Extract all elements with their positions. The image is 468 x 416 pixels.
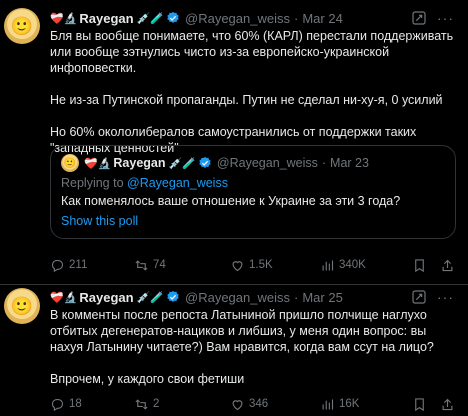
profile-emojis: ❤️‍🩹🔬	[84, 157, 112, 170]
avatar[interactable]: 🙂	[4, 8, 40, 44]
reply-count: 18	[69, 398, 82, 410]
more-options-icon[interactable]: ···	[437, 289, 454, 305]
bookmark-icon	[415, 258, 424, 272]
tweet-paragraph: Впрочем, у каждого свои фетиши	[50, 372, 245, 386]
tweet-1[interactable]: 🙂 ❤️‍🩹🔬 Rayegan 💉🧪 @Rayegan_weiss · Mar …	[0, 0, 468, 285]
repost-button[interactable]: 2	[134, 395, 159, 413]
quote-header: 🙂 ❤️‍🩹🔬 Rayegan 💉🧪 @Rayegan_weiss · Mar …	[61, 154, 369, 172]
quoted-tweet[interactable]: 🙂 ❤️‍🩹🔬 Rayegan 💉🧪 @Rayegan_weiss · Mar …	[50, 145, 456, 239]
tweet-header: ❤️‍🩹🔬 Rayegan 💉🧪 @Rayegan_weiss · Mar 24…	[50, 9, 454, 27]
tweet-paragraph: В комменты после репоста Латыниной пришл…	[50, 308, 434, 354]
grok-icon[interactable]	[411, 289, 427, 305]
name-emojis: 💉🧪	[136, 12, 165, 25]
tweet-2[interactable]: 🙂 ❤️‍🩹🔬 Rayegan 💉🧪 @Rayegan_weiss · Mar …	[0, 285, 468, 416]
share-button[interactable]	[440, 256, 459, 274]
separator-dot: ·	[321, 156, 327, 170]
replying-to: Replying to @Rayegan_weiss	[61, 176, 228, 190]
separator-dot: ·	[294, 289, 299, 305]
action-bar: 18 2 346 16K	[50, 395, 458, 413]
grok-icon[interactable]	[411, 10, 427, 26]
view-count: 340K	[339, 259, 366, 271]
repost-icon	[135, 398, 148, 410]
reply-count: 211	[69, 259, 88, 271]
name-emojis: 💉🧪	[136, 291, 165, 304]
more-options-icon[interactable]: ···	[437, 10, 454, 26]
verified-badge-icon	[199, 156, 211, 168]
quote-timestamp: Mar 23	[330, 156, 369, 170]
display-name[interactable]: Rayegan	[79, 11, 133, 26]
name-emojis: 💉🧪	[168, 157, 196, 170]
bookmark-icon	[415, 397, 424, 411]
quote-display-name: Rayegan	[113, 156, 166, 170]
like-button[interactable]: 1.5K	[230, 256, 273, 274]
timestamp[interactable]: Mar 24	[302, 11, 342, 26]
like-count: 1.5K	[249, 259, 273, 271]
tweet-paragraph: Не из-за Путинской пропаганды. Путин не …	[50, 93, 443, 107]
views-icon	[322, 260, 334, 270]
display-name[interactable]: Rayegan	[79, 290, 133, 305]
quote-avatar: 🙂	[61, 154, 79, 172]
views-button[interactable]: 16K	[320, 395, 359, 413]
reply-button[interactable]: 18	[50, 395, 82, 413]
quote-text: Как поменялось ваше отношение к Украине …	[61, 194, 401, 208]
handle[interactable]: @Rayegan_weiss	[185, 11, 290, 26]
tweet-header: ❤️‍🩹🔬 Rayegan 💉🧪 @Rayegan_weiss · Mar 25…	[50, 288, 454, 306]
views-button[interactable]: 340K	[320, 256, 366, 274]
action-bar: 211 74 1.5K 340K	[50, 256, 458, 274]
timestamp[interactable]: Mar 25	[302, 290, 342, 305]
show-poll-link[interactable]: Show this poll	[61, 214, 138, 228]
replying-handle-link[interactable]: @Rayegan_weiss	[127, 176, 228, 190]
tweet-paragraph: Бля вы вообще понимаете, что 60% (КАРЛ) …	[50, 29, 454, 75]
handle[interactable]: @Rayegan_weiss	[185, 290, 290, 305]
heart-icon	[232, 260, 243, 271]
separator-dot: ·	[294, 10, 299, 26]
view-count: 16K	[339, 398, 360, 410]
share-button[interactable]	[440, 395, 459, 413]
profile-emojis: ❤️‍🩹🔬	[50, 291, 78, 304]
verified-badge-icon	[167, 290, 179, 302]
heart-icon	[232, 399, 243, 410]
bookmark-button[interactable]	[412, 395, 431, 413]
reply-icon	[51, 259, 64, 272]
avatar[interactable]: 🙂	[4, 288, 40, 324]
bookmark-button[interactable]	[412, 256, 431, 274]
views-icon	[322, 399, 334, 409]
profile-emojis: ❤️‍🩹🔬	[50, 12, 78, 25]
verified-badge-icon	[167, 11, 179, 23]
reply-icon	[51, 398, 64, 411]
share-icon	[442, 259, 453, 271]
like-button[interactable]: 346	[230, 395, 268, 413]
repost-count: 74	[153, 259, 166, 271]
tweet-text: В комменты после репоста Латыниной пришл…	[50, 307, 454, 403]
like-count: 346	[249, 398, 269, 410]
repost-count: 2	[153, 398, 160, 410]
share-icon	[442, 398, 453, 410]
repost-button[interactable]: 74	[134, 256, 166, 274]
reply-button[interactable]: 211	[50, 256, 87, 274]
repost-icon	[135, 259, 148, 271]
quote-handle: @Rayegan_weiss	[216, 156, 318, 170]
